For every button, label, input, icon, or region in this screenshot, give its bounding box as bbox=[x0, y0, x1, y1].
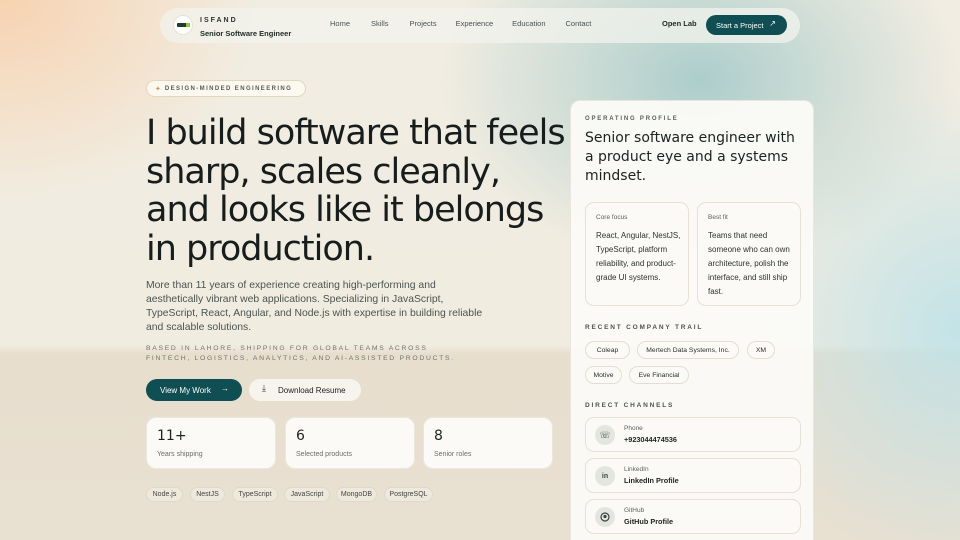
company-chip: Mertech Data Systems, Inc. bbox=[637, 341, 739, 359]
channel-value: +923044474536 bbox=[624, 435, 677, 444]
channel-linkedin[interactable]: in LinkedIn LinkedIn Profile bbox=[585, 458, 801, 493]
best-fit-box: Best fit Teams that need someone who can… bbox=[697, 202, 801, 306]
nav-links: Home Skills Projects Experience Educatio… bbox=[330, 19, 617, 28]
open-lab-link[interactable]: Open Lab bbox=[662, 19, 697, 28]
download-icon: ⤓ bbox=[262, 383, 266, 393]
core-focus-box: Core focus React, Angular, NestJS, TypeS… bbox=[585, 202, 689, 306]
nav-link-education[interactable]: Education bbox=[512, 19, 545, 28]
company-chip: Coleap bbox=[585, 341, 630, 359]
stat-label: Selected products bbox=[296, 451, 353, 458]
companies-heading: RECENT COMPANY TRAIL bbox=[585, 324, 704, 331]
brand-name[interactable]: ISFAND bbox=[200, 17, 238, 24]
tech-chip-mongodb: MongoDB bbox=[336, 487, 377, 502]
top-navbar: ISFAND Senior Software Engineer Home Ski… bbox=[160, 8, 800, 43]
stat-card-roles: 8 Senior roles bbox=[423, 417, 553, 469]
github-icon bbox=[595, 507, 615, 527]
channel-value: LinkedIn Profile bbox=[624, 476, 679, 485]
nav-link-contact[interactable]: Contact bbox=[566, 19, 592, 28]
stat-value: 11+ bbox=[157, 428, 187, 444]
card-eyebrow: OPERATING PROFILE bbox=[585, 116, 679, 122]
best-fit-text: Teams that need someone who can own arch… bbox=[708, 231, 790, 296]
channel-label: LinkedIn bbox=[624, 466, 649, 473]
hero-location-note: BASED IN LAHORE, SHIPPING FOR GLOBAL TEA… bbox=[146, 345, 455, 362]
arrow-up-right-icon: ↗ bbox=[769, 19, 776, 28]
card-title: Senior software engineer with a product … bbox=[585, 130, 795, 184]
brand-logo[interactable] bbox=[173, 15, 193, 35]
nav-link-home[interactable]: Home bbox=[330, 19, 350, 28]
company-chip: Eve Financial bbox=[629, 366, 689, 384]
nav-link-skills[interactable]: Skills bbox=[371, 19, 389, 28]
logo-icon bbox=[176, 23, 190, 27]
company-chip: Motive bbox=[585, 366, 622, 384]
download-resume-label: Download Resume bbox=[278, 385, 346, 395]
hero-badge: ✦ DESIGN-MINDED ENGINEERING bbox=[146, 80, 306, 97]
linkedin-icon: in bbox=[595, 466, 615, 486]
badge-text: DESIGN-MINDED ENGINEERING bbox=[164, 85, 293, 92]
company-chip: XM bbox=[747, 341, 775, 359]
channels-heading: DIRECT CHANNELS bbox=[585, 402, 675, 409]
tech-chip-nodejs: Node.js bbox=[146, 487, 183, 502]
channel-github[interactable]: GitHub GitHub Profile bbox=[585, 499, 801, 534]
phone-icon: ☏ bbox=[595, 425, 615, 445]
start-project-button[interactable]: Start a Project ↗ bbox=[706, 15, 787, 35]
core-focus-text: React, Angular, NestJS, TypeScript, plat… bbox=[596, 231, 681, 282]
stat-value: 8 bbox=[434, 428, 443, 444]
start-project-label: Start a Project bbox=[716, 20, 764, 30]
core-focus-label: Core focus bbox=[596, 214, 628, 221]
hero-lead: More than 11 years of experience creatin… bbox=[146, 280, 483, 333]
tech-chip-postgresql: PostgreSQL bbox=[384, 487, 433, 502]
stat-label: Years shipping bbox=[157, 451, 203, 458]
stat-card-years: 11+ Years shipping bbox=[146, 417, 276, 469]
stat-card-products: 6 Selected products bbox=[285, 417, 415, 469]
tech-chip-typescript: TypeScript bbox=[232, 487, 278, 502]
channel-label: Phone bbox=[624, 425, 643, 432]
brand-subtitle: Senior Software Engineer bbox=[200, 29, 292, 38]
arrow-right-icon: → bbox=[221, 384, 229, 393]
channel-value: GitHub Profile bbox=[624, 517, 674, 526]
operating-profile-card: OPERATING PROFILE Senior software engine… bbox=[570, 100, 814, 540]
tech-chip-nestjs: NestJS bbox=[190, 487, 225, 502]
best-fit-label: Best fit bbox=[708, 214, 728, 221]
nav-link-experience[interactable]: Experience bbox=[456, 19, 494, 28]
nav-link-projects[interactable]: Projects bbox=[410, 19, 437, 28]
channel-label: GitHub bbox=[624, 507, 645, 514]
stat-label: Senior roles bbox=[434, 451, 472, 458]
tech-chip-javascript: JavaScript bbox=[284, 487, 330, 502]
hero-headline: I build software that feels sharp, scale… bbox=[146, 113, 566, 269]
view-work-button[interactable]: View My Work → bbox=[146, 379, 242, 401]
stat-value: 6 bbox=[296, 428, 305, 444]
channel-phone[interactable]: ☏ Phone +923044474536 bbox=[585, 417, 801, 452]
sparkle-icon: ✦ bbox=[155, 85, 161, 93]
view-work-label: View My Work bbox=[160, 385, 211, 395]
download-resume-button[interactable]: ⤓ Download Resume bbox=[249, 379, 361, 401]
